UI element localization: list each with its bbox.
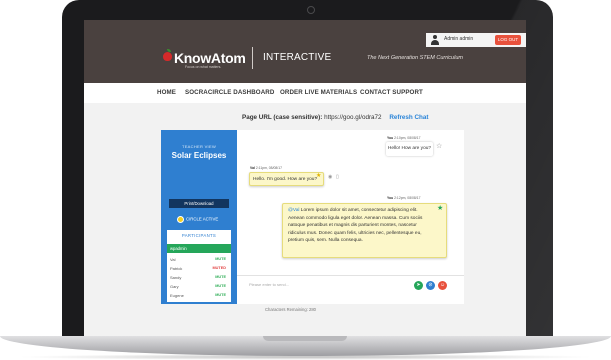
eye-icon[interactable]: ◉ <box>328 174 332 180</box>
characters-remaining: Characters Remaining: 280 <box>265 307 316 312</box>
logo-text: KnowAtom <box>174 50 246 66</box>
participant-row: Gary MUTE <box>170 284 228 292</box>
site-tagline: The Next Generation STEM Curriculum <box>367 55 463 61</box>
app-screen: Admin admin LOG OUT KnowAtom Focus on wh… <box>84 20 526 336</box>
nav-order-live-materials[interactable]: ORDER LIVE MATERIALS <box>280 89 357 96</box>
attach-icon[interactable]: ⊘ <box>426 281 435 290</box>
camera-icon <box>307 6 315 14</box>
mute-button[interactable]: MUTE <box>215 257 226 261</box>
participant-name: Patrick <box>170 266 183 271</box>
site-header: Admin admin LOG OUT KnowAtom Focus on wh… <box>84 20 526 83</box>
admin-bar: Admin admin LOG OUT <box>426 33 526 47</box>
message-meta: You 2:12pm, 08/08/17 <box>387 196 421 200</box>
apple-icon <box>163 52 172 61</box>
laptop-notch <box>263 336 347 341</box>
message-input[interactable]: Please enter to send... <box>249 282 289 287</box>
emoji-icon[interactable]: ☺ <box>438 281 447 290</box>
participant-name: Sandy <box>170 275 182 280</box>
header-divider <box>252 47 253 69</box>
status-dot-icon <box>177 216 184 223</box>
mute-button[interactable]: MUTE <box>215 293 226 297</box>
nav-home[interactable]: HOME <box>157 89 176 96</box>
trash-icon[interactable]: ▯ <box>336 174 339 180</box>
participant-row: Sandy MUTE <box>170 275 228 283</box>
chat-area: You 2:10pm, 08/08/17 Hello! How are you?… <box>237 130 464 304</box>
current-user-row: wpadmin <box>167 244 231 253</box>
page-url-value[interactable]: https://goo.gl/odra72 <box>324 114 381 121</box>
message-meta: Val 2:11pm, 08/08/17 <box>250 166 282 170</box>
message-text: Lorem ipsum dolor sit amet, consectetur … <box>288 208 423 244</box>
message-meta: You 2:10pm, 08/08/17 <box>387 136 421 140</box>
star-filled-icon[interactable]: ★ <box>437 204 443 212</box>
mute-button[interactable]: MUTE <box>215 275 226 279</box>
lesson-title: Solar Eclipses <box>171 151 227 160</box>
refresh-chat-link[interactable]: Refresh Chat <box>389 114 428 121</box>
composer: Please enter to send... ➤ ⊘ ☺ <box>237 275 464 294</box>
participant-name: Val <box>170 257 176 262</box>
product-name: INTERACTIVE <box>263 52 332 63</box>
user-icon <box>431 35 439 45</box>
page-url-line: Page URL (case sensitive): https://goo.g… <box>242 114 429 121</box>
participant-row: Eugene MUTE <box>170 293 228 301</box>
view-label: TEACHER VIEW <box>181 144 217 149</box>
mute-button[interactable]: MUTE <box>215 284 226 288</box>
message-bubble: @Val Lorem ipsum dolor sit amet, consect… <box>282 203 447 258</box>
send-icon[interactable]: ➤ <box>414 281 423 290</box>
leaf-icon <box>167 49 171 52</box>
mention[interactable]: @Val <box>288 208 299 213</box>
star-icon[interactable]: ☆ <box>436 142 442 150</box>
logout-button[interactable]: LOG OUT <box>495 35 521 45</box>
nav-contact-support[interactable]: CONTACT SUPPORT <box>360 89 423 96</box>
message-bubble: Hello. I'm good. How are you? <box>249 172 324 186</box>
chat-app: TEACHER VIEW Solar Eclipses Print/Downlo… <box>161 130 464 304</box>
nav-socracircle-dashboard[interactable]: SOCRACIRCLE DASHBOARD <box>185 89 274 96</box>
circle-status-label: CIRCLE ACTIVE <box>186 216 219 222</box>
teacher-panel: TEACHER VIEW Solar Eclipses Print/Downlo… <box>161 130 237 304</box>
participant-name: Gary <box>170 284 179 289</box>
print-download-button[interactable]: Print/Download <box>169 199 229 208</box>
participant-row: Val MUTE <box>170 257 228 265</box>
logo-tagline: Focus on what matters. <box>185 65 222 69</box>
message-bubble: Hello! How are you? <box>386 142 433 156</box>
muted-button[interactable]: MUTED <box>213 266 227 270</box>
participants-header: PARTICIPANTS <box>181 233 217 238</box>
participants-list: PARTICIPANTS wpadmin Val MUTE Patrick MUTE… <box>167 230 231 302</box>
participant-row: Patrick MUTED <box>170 266 228 274</box>
participant-name: Eugene <box>170 293 184 298</box>
star-filled-icon[interactable]: ★ <box>316 172 321 179</box>
circle-active-toggle[interactable]: CIRCLE ACTIVE <box>177 216 218 223</box>
laptop-base <box>0 336 611 356</box>
main-nav: HOME SOCRACIRCLE DASHBOARD ORDER LIVE MA… <box>84 83 526 103</box>
admin-name: Admin admin <box>444 36 474 42</box>
page-url-label: Page URL (case sensitive): <box>242 114 323 121</box>
